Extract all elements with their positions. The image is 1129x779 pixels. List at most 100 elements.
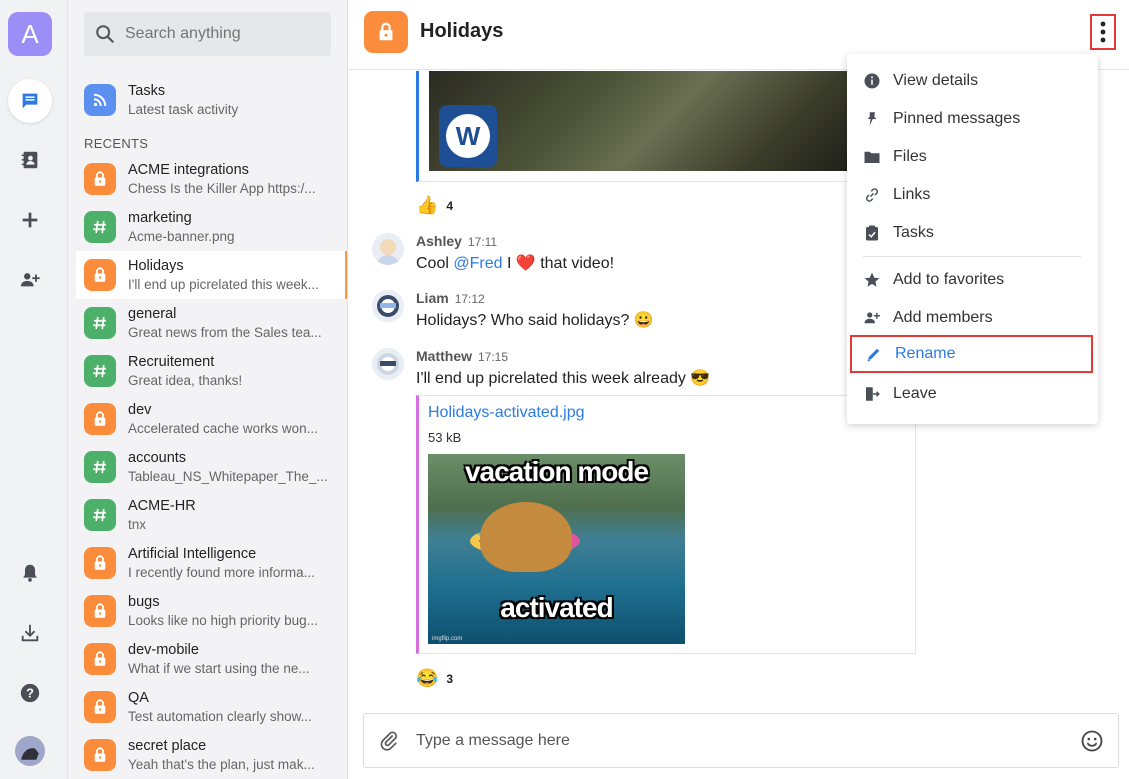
attachment-filename-link[interactable]: Holidays-activated.jpg — [428, 404, 585, 422]
channel-preview: I'll end up picrelated this week... — [128, 276, 319, 292]
channel-item[interactable]: Recruitement Great idea, thanks! — [76, 347, 347, 395]
channel-preview: Test automation clearly show... — [128, 708, 312, 724]
help-icon: ? — [20, 683, 40, 703]
channel-avatar — [84, 307, 116, 339]
menu-item-add-to-favorites[interactable]: Add to favorites — [847, 261, 1098, 299]
avatar-icon — [15, 736, 45, 766]
menu-item-pinned-messages[interactable]: Pinned messages — [847, 100, 1098, 138]
menu-item-leave[interactable]: Leave — [847, 375, 1098, 413]
channel-item[interactable]: dev Accelerated cache works won... — [76, 395, 347, 443]
message-time: 17:11 — [467, 235, 498, 249]
user-avatar-icon — [372, 290, 404, 322]
channel-preview: Great idea, thanks! — [128, 372, 243, 388]
rss-icon — [93, 93, 107, 107]
channel-name: dev-mobile — [128, 641, 199, 658]
user-avatar-icon — [372, 233, 404, 265]
chats-nav-button[interactable] — [8, 79, 52, 123]
user-avatar-icon — [372, 348, 404, 380]
avatar[interactable] — [372, 233, 404, 265]
channel-item[interactable]: bugs Looks like no high priority bug... — [76, 587, 347, 635]
channel-avatar — [84, 595, 116, 627]
message-time: 17:15 — [478, 350, 509, 364]
invite-nav-button[interactable] — [8, 258, 52, 302]
menu-item-links[interactable]: Links — [847, 176, 1098, 214]
help-nav-button[interactable]: ? — [8, 671, 52, 715]
video-thumbnail[interactable]: W — [429, 71, 849, 171]
mention-link[interactable]: @Fred — [453, 255, 502, 272]
channel-item[interactable]: Artificial Intelligence I recently found … — [76, 539, 347, 587]
avatar[interactable] — [372, 348, 404, 380]
channel-preview: Tableau_NS_Whitepaper_The_... — [128, 468, 328, 484]
menu-item-label: View details — [893, 72, 979, 89]
channel-item[interactable]: secret place Yeah that's the plan, just m… — [76, 731, 347, 779]
composer-placeholder: Type a message here — [416, 732, 570, 749]
message-author: Matthew — [416, 348, 472, 364]
channel-avatar — [84, 451, 116, 483]
lock-icon — [94, 699, 106, 714]
lock-icon — [94, 171, 106, 186]
channel-preview: tnx — [128, 516, 147, 532]
menu-item-label: Rename — [895, 345, 956, 362]
channel-avatar — [84, 739, 116, 771]
workspace-avatar[interactable]: A — [8, 12, 52, 56]
folder-icon — [864, 151, 880, 163]
channel-preview: Acme-banner.png — [128, 228, 235, 244]
image-caption-top: vacation mode — [464, 456, 649, 487]
channel-preview: Looks like no high priority bug... — [128, 612, 318, 628]
more-options-button[interactable] — [1090, 14, 1116, 50]
channel-avatar — [84, 403, 116, 435]
channel-item[interactable]: ACME-HR tnx — [76, 491, 347, 539]
contacts-icon — [21, 151, 38, 169]
message-composer[interactable]: Type a message here — [363, 713, 1119, 768]
attachment-image[interactable]: vacation mode activated imgflip.com — [428, 454, 685, 644]
notifications-nav-button[interactable] — [8, 551, 52, 595]
search-placeholder: Search anything — [125, 25, 241, 42]
attachment-size: 53 kB — [428, 430, 462, 445]
link-icon — [865, 188, 879, 202]
channel-item[interactable]: marketing Acme-banner.png — [76, 203, 347, 251]
channel-preview: Latest task activity — [128, 101, 239, 117]
kebab-icon — [1100, 21, 1106, 43]
paperclip-icon[interactable] — [378, 730, 400, 752]
download-icon — [21, 624, 39, 642]
emoji-icon[interactable] — [1080, 729, 1104, 753]
channel-name: bugs — [128, 593, 160, 610]
user-avatar[interactable] — [8, 729, 52, 773]
downloads-nav-button[interactable] — [8, 611, 52, 655]
hash-icon — [93, 220, 106, 234]
channel-item[interactable]: dev-mobile What if we start using the ne.… — [76, 635, 347, 683]
video-attachment-card[interactable]: W — [416, 71, 916, 182]
channel-item[interactable]: ACME integrations Chess Is the Killer App… — [76, 155, 347, 203]
menu-item-tasks[interactable]: Tasks — [847, 214, 1098, 252]
menu-item-label: Add to favorites — [893, 271, 1005, 288]
hash-icon — [93, 364, 106, 378]
pin-icon — [867, 112, 877, 126]
message-time: 17:12 — [454, 292, 485, 306]
reaction-laugh[interactable]: 😂 3 — [416, 668, 453, 689]
plus-icon — [22, 212, 38, 228]
menu-item-add-members[interactable]: Add members — [847, 299, 1098, 337]
channel-preview: Yeah that's the plan, just mak... — [128, 756, 315, 772]
channel-name: ACME-HR — [128, 497, 196, 514]
menu-item-files[interactable]: Files — [847, 138, 1098, 176]
avatar[interactable] — [372, 290, 404, 322]
channel-avatar — [84, 211, 116, 243]
search-input[interactable]: Search anything — [84, 12, 331, 56]
pinned-tasks-item[interactable]: Tasks Latest task activity — [76, 76, 347, 124]
contacts-nav-button[interactable] — [8, 138, 52, 182]
star-icon — [864, 272, 880, 287]
menu-item-view-details[interactable]: View details — [847, 62, 1098, 100]
channel-preview: Great news from the Sales tea... — [128, 324, 322, 340]
app-rail: A ? — [0, 0, 68, 779]
channel-name: secret place — [128, 737, 207, 754]
reaction-thumbs-up[interactable]: 👍 4 — [416, 195, 453, 216]
menu-item-rename[interactable]: Rename — [850, 335, 1093, 373]
bell-icon — [23, 564, 37, 582]
tasks-avatar — [84, 84, 116, 116]
create-nav-button[interactable] — [8, 198, 52, 242]
channel-item[interactable]: accounts Tableau_NS_Whitepaper_The_... — [76, 443, 347, 491]
channel-item[interactable]: QA Test automation clearly show... — [76, 683, 347, 731]
channel-item[interactable]: general Great news from the Sales tea... — [76, 299, 347, 347]
hash-icon — [93, 316, 106, 330]
channel-item[interactable]: Holidays I'll end up picrelated this week… — [76, 251, 347, 299]
